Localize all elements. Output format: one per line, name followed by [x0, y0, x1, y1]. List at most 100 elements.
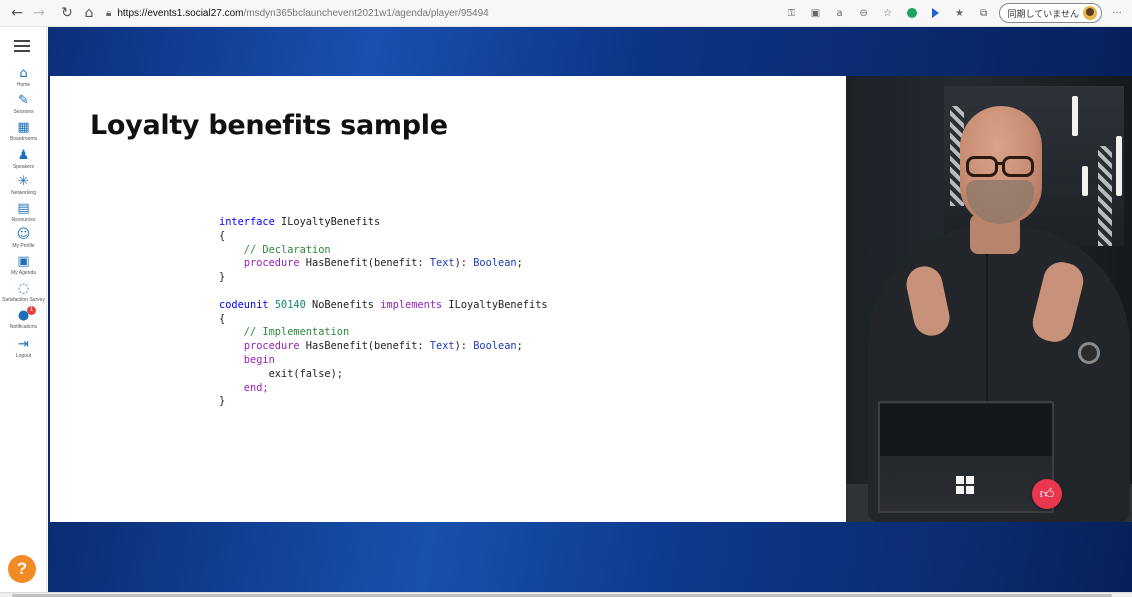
read-aloud-icon[interactable]: a [831, 4, 849, 22]
networking-icon: ✳ [18, 174, 29, 189]
code-token: ILoyaltyBenefits [442, 298, 548, 311]
code-token: codeunit [219, 298, 269, 311]
code-token: HasBenefit(benefit: [299, 257, 430, 270]
horizontal-scrollbar[interactable] [0, 592, 1132, 597]
speaker-icon: ♟ [17, 148, 30, 163]
avatar [1083, 6, 1097, 20]
refresh-icon[interactable]: ↻ [56, 2, 78, 24]
sidebar-item-resources[interactable]: ▤ Resources [0, 201, 47, 224]
sidebar-item-home[interactable]: ⌂ Home [0, 66, 47, 89]
browser-toolbar: ← → ↻ ⌂ 🔒︎ https://events1.social27.com /… [0, 0, 1132, 27]
sidebar-item-label: Sessions [13, 109, 34, 115]
add-favorite-icon[interactable]: ☆ [879, 4, 897, 22]
notification-badge: 1 [27, 306, 36, 315]
logout-icon: ⇥ [18, 337, 29, 352]
code-line: procedure HasBenefit(benefit: Text): Boo… [219, 257, 548, 271]
code-line: begin [219, 354, 548, 368]
presentation-slide: Loyalty benefits sample interface ILoyal… [50, 76, 846, 522]
sidebar-item-label: Speakers [12, 164, 35, 170]
banner-bottom [48, 522, 1132, 592]
speaker-video[interactable] [846, 76, 1132, 522]
code-line: interface ILoyaltyBenefits [219, 216, 548, 230]
help-button[interactable]: ? [8, 555, 36, 583]
code-line: exit(false); [219, 368, 548, 382]
extension-green-icon[interactable] [903, 4, 921, 22]
sidebar-item-speakers[interactable]: ♟ Speakers [0, 148, 47, 171]
sidebar-item-logout[interactable]: ⇥ Logout [0, 337, 47, 360]
code-token: // Implementation [219, 326, 350, 339]
code-sample: interface ILoyaltyBenefits{ // Declarati… [219, 216, 548, 409]
code-token: ILoyaltyBenefits [274, 216, 381, 228]
code-token: ): [454, 257, 474, 270]
forward-icon[interactable]: → [28, 2, 50, 24]
thumbs-up-icon[interactable]: 👍︎ [1032, 479, 1062, 509]
home-icon[interactable]: ⌂ [78, 2, 100, 24]
code-token: 50140 [274, 298, 306, 311]
lock-icon: 🔒︎ [106, 7, 112, 19]
hamburger-menu-icon[interactable] [14, 40, 30, 52]
sidebar-item-label: Resources [11, 217, 36, 223]
code-token: ; [516, 340, 523, 353]
sidebar-item-networking[interactable]: ✳ Networking [0, 174, 47, 197]
code-token: Boolean [473, 257, 517, 270]
code-token: // Declaration [219, 243, 331, 256]
extension-arrow-icon[interactable] [927, 4, 945, 22]
address-bar[interactable]: 🔒︎ https://events1.social27.com/msdyn365… [106, 2, 786, 24]
code-token: ; [516, 257, 523, 270]
collections-icon[interactable]: ⧉ [975, 4, 993, 22]
app-available-icon[interactable]: ▣ [807, 4, 825, 22]
code-token: begin [219, 353, 275, 366]
code-token: { [219, 312, 226, 325]
code-line: end; [219, 382, 548, 396]
code-line: // Implementation [219, 326, 548, 340]
code-token: HasBenefit(benefit: [299, 340, 430, 353]
code-token: end; [219, 381, 269, 394]
resources-icon: ▤ [17, 201, 30, 216]
code-token: Text [429, 257, 455, 270]
windows-logo-icon [956, 476, 974, 494]
banner-top [48, 27, 1132, 76]
code-token: implements [380, 298, 443, 311]
sidebar-item-my-agenda[interactable]: ▣ My Agenda [0, 254, 47, 277]
pen-icon: ✎ [18, 93, 29, 108]
code-token: } [219, 271, 226, 284]
code-token: Text [429, 340, 455, 353]
sidebar-item-label: Boardrooms [9, 136, 38, 142]
sidebar-item-label: Networking [10, 190, 36, 196]
code-token: { [219, 229, 226, 242]
key-icon[interactable]: ⚿ [783, 4, 801, 22]
calendar-icon: ▣ [17, 254, 30, 269]
code-line: procedure HasBenefit(benefit: Text): Boo… [219, 340, 548, 354]
sidebar-item-boardrooms[interactable]: ▦ Boardrooms [0, 120, 47, 143]
house-icon: ⌂ [19, 66, 28, 81]
profile-button[interactable]: 同期していません [998, 3, 1102, 23]
sidebar-item-label: Home [16, 82, 31, 88]
code-token: interface [219, 216, 275, 228]
code-token: procedure [243, 257, 300, 270]
code-line: // Declaration [219, 244, 548, 258]
browser-actions: ⚿ ▣ a ⊖ ☆ ★ ⧉ 同期していません ··· [783, 3, 1126, 23]
sidebar-item-notifications[interactable]: ● Notifications 1 [0, 306, 47, 330]
code-line: { [219, 313, 548, 327]
code-line: } [219, 395, 548, 409]
sidebar-item-my-profile[interactable]: ☺ My Profile [0, 227, 47, 250]
code-line: { [219, 230, 548, 244]
more-icon[interactable]: ··· [1108, 4, 1126, 22]
boardroom-icon: ▦ [17, 120, 30, 135]
sidebar-item-satisfaction-survey[interactable]: ◌ Satisfaction Survey [0, 282, 47, 304]
url-host: https://events1.social27.com [117, 7, 244, 19]
slide-title: Loyalty benefits sample [90, 110, 448, 141]
sidebar-item-sessions[interactable]: ✎ Sessions [0, 93, 47, 116]
session-player: Loyalty benefits sample interface ILoyal… [48, 27, 1132, 592]
code-token: procedure [243, 340, 300, 353]
back-icon[interactable]: ← [6, 2, 28, 24]
sidebar-item-label: Satisfaction Survey [2, 297, 45, 303]
sidebar-item-label: My Profile [12, 243, 35, 249]
profile-icon: ☺ [16, 227, 31, 242]
code-token: exit(false); [219, 367, 343, 380]
zoom-icon[interactable]: ⊖ [855, 4, 873, 22]
favorites-icon[interactable]: ★ [951, 4, 969, 22]
